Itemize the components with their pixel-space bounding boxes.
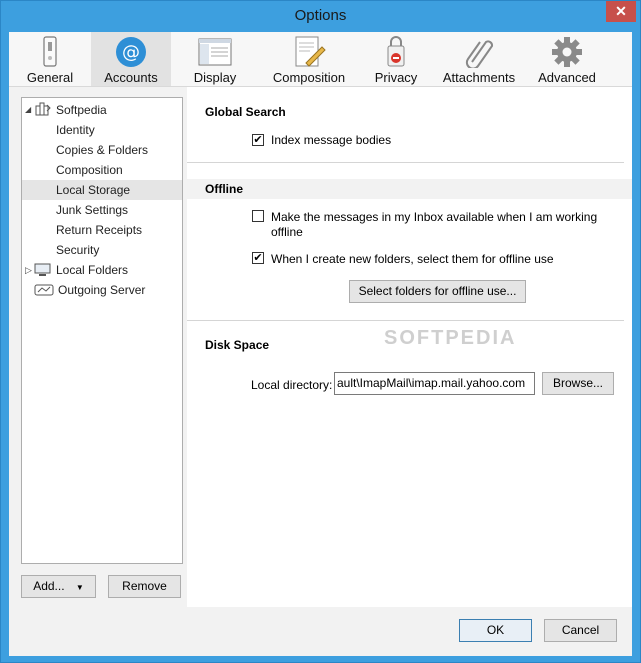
offline-heading: Offline bbox=[205, 182, 243, 196]
tab-composition[interactable]: Composition bbox=[259, 32, 359, 86]
tab-label: Accounts bbox=[104, 70, 158, 85]
offline-heading-band bbox=[187, 179, 632, 199]
inbox-offline-label-line1: Make the messages in my Inbox available … bbox=[271, 210, 598, 224]
computer-icon bbox=[34, 263, 51, 276]
tree-item-junk-settings[interactable]: Junk Settings bbox=[22, 200, 182, 220]
composition-icon bbox=[295, 36, 326, 67]
tree-item-label: Local Storage bbox=[56, 183, 131, 197]
tree-item-label: Composition bbox=[56, 163, 123, 177]
global-search-heading: Global Search bbox=[205, 105, 286, 119]
options-toolbar: General @ Accounts Display Composition P… bbox=[9, 32, 632, 87]
paperclip-icon bbox=[465, 40, 494, 68]
add-button-label: Add... bbox=[33, 579, 65, 593]
tree-item-label: Security bbox=[56, 243, 100, 257]
tree-item-label: Return Receipts bbox=[56, 223, 143, 237]
separator bbox=[187, 162, 624, 163]
display-icon bbox=[198, 38, 232, 66]
browse-button[interactable]: Browse... bbox=[542, 372, 614, 395]
tab-label: Display bbox=[193, 70, 237, 85]
local-directory-field[interactable]: ault\ImapMail\imap.mail.yahoo.com bbox=[334, 372, 535, 395]
tree-item-copies-folders[interactable]: Copies & Folders bbox=[22, 140, 182, 160]
tree-item-composition[interactable]: Composition bbox=[22, 160, 182, 180]
gear-icon bbox=[552, 37, 582, 67]
tab-attachments[interactable]: Attachments bbox=[433, 32, 525, 86]
svg-text:@: @ bbox=[122, 42, 140, 63]
select-offline-folders-button[interactable]: Select folders for offline use... bbox=[349, 280, 526, 303]
privacy-icon bbox=[387, 36, 405, 67]
tree-item-label: Outgoing Server bbox=[58, 283, 146, 297]
inbox-offline-label-line2: offline bbox=[271, 225, 303, 239]
tree-item-security[interactable]: Security bbox=[22, 240, 182, 260]
tree-item-local-folders[interactable]: ▷ Local Folders bbox=[22, 260, 182, 280]
new-folders-offline-checkbox[interactable]: ✔ bbox=[252, 252, 264, 264]
tree-item-label: Local Folders bbox=[56, 263, 129, 277]
tab-privacy[interactable]: Privacy bbox=[359, 32, 433, 86]
disk-space-heading: Disk Space bbox=[205, 338, 270, 352]
inbox-offline-checkbox[interactable] bbox=[252, 210, 264, 222]
content-area: ◢ Softpedia Identity Copies & Folders Co… bbox=[9, 87, 632, 656]
index-bodies-checkbox[interactable]: ✔ bbox=[252, 134, 264, 146]
tab-accounts[interactable]: @ Accounts bbox=[91, 32, 171, 86]
title-bar[interactable]: Options ✕ bbox=[1, 1, 640, 31]
ok-button[interactable]: OK bbox=[459, 619, 532, 642]
tab-general[interactable]: General bbox=[9, 32, 91, 86]
options-window: Options ✕ General @ Accounts Display Com… bbox=[0, 0, 641, 663]
dropdown-arrow-icon: ▼ bbox=[75, 583, 84, 592]
separator bbox=[187, 320, 624, 321]
watermark: SOFTPEDIA bbox=[384, 327, 517, 349]
mail-server-icon bbox=[35, 102, 51, 116]
tab-label: Advanced bbox=[538, 70, 596, 85]
cancel-button[interactable]: Cancel bbox=[544, 619, 617, 642]
window-title: Options bbox=[294, 7, 347, 24]
tree-item-softpedia[interactable]: ◢ Softpedia bbox=[22, 100, 182, 120]
collapse-arrow-icon[interactable]: ▷ bbox=[25, 260, 32, 280]
switch-icon bbox=[43, 36, 57, 67]
tree-item-label: Copies & Folders bbox=[56, 143, 149, 157]
tree-item-return-receipts[interactable]: Return Receipts bbox=[22, 220, 182, 240]
index-bodies-label: Index message bodies bbox=[271, 133, 392, 147]
tab-advanced[interactable]: Advanced bbox=[525, 32, 609, 86]
tree-item-identity[interactable]: Identity bbox=[22, 120, 182, 140]
local-directory-label: Local directory: bbox=[251, 378, 333, 392]
tree-item-local-storage[interactable]: Local Storage bbox=[22, 180, 182, 200]
tab-label: General bbox=[26, 70, 74, 85]
tree-item-label: Softpedia bbox=[56, 103, 107, 117]
tab-label: Attachments bbox=[442, 70, 516, 85]
tree-item-outgoing-server[interactable]: Outgoing Server bbox=[22, 280, 182, 300]
at-sign-icon: @ bbox=[116, 37, 146, 67]
close-button[interactable]: ✕ bbox=[606, 1, 636, 22]
tab-label: Privacy bbox=[374, 70, 418, 85]
tab-label: Composition bbox=[272, 70, 346, 85]
remove-account-button[interactable]: Remove bbox=[108, 575, 181, 598]
add-account-button[interactable]: Add... ▼ bbox=[21, 575, 96, 598]
expand-arrow-icon[interactable]: ◢ bbox=[25, 100, 31, 120]
account-tree: ◢ Softpedia Identity Copies & Folders Co… bbox=[21, 97, 183, 564]
tree-item-label: Junk Settings bbox=[56, 203, 129, 217]
outgoing-server-icon bbox=[34, 284, 54, 296]
tab-display[interactable]: Display bbox=[171, 32, 259, 86]
new-folders-offline-label: When I create new folders, select them f… bbox=[271, 252, 554, 266]
tree-item-label: Identity bbox=[56, 123, 95, 137]
